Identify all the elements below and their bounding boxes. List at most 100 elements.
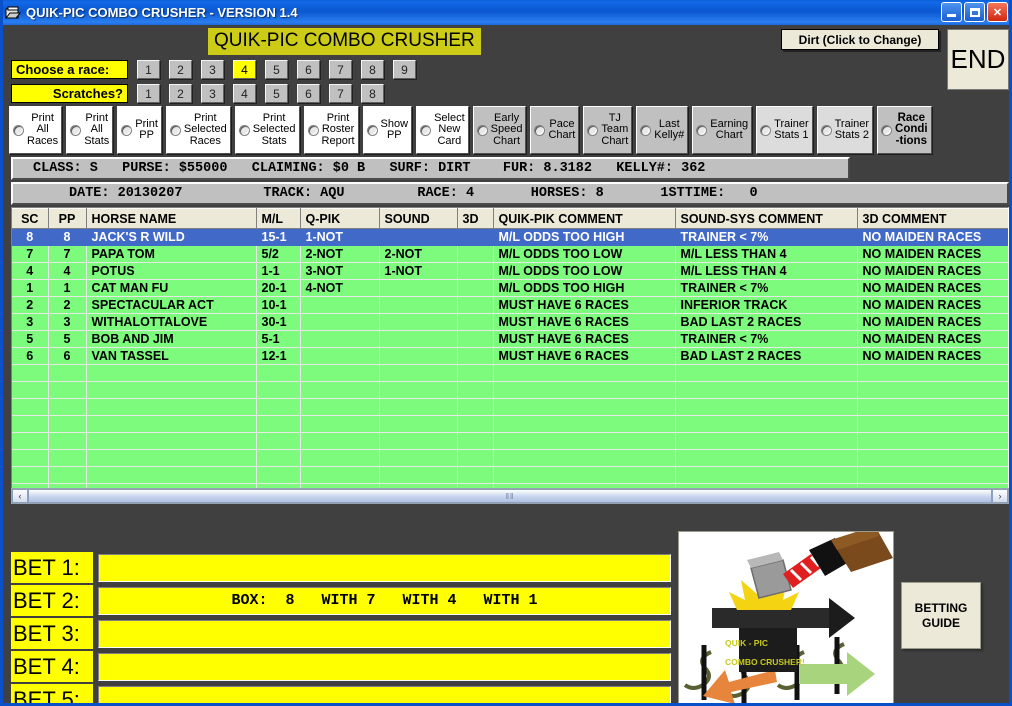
- cell-sound_comment[interactable]: [675, 382, 857, 399]
- column-header-horse-name[interactable]: HORSE NAME: [86, 209, 256, 229]
- cell-d3_comment[interactable]: [857, 365, 1009, 382]
- radio-icon[interactable]: [420, 125, 431, 136]
- cell-pp[interactable]: 5: [48, 331, 86, 348]
- radio-icon[interactable]: [587, 125, 598, 136]
- cell-ml[interactable]: 5/2: [256, 246, 300, 263]
- cell-pp[interactable]: [48, 450, 86, 467]
- cell-sound_comment[interactable]: M/L LESS THAN 4: [675, 246, 857, 263]
- column-header-q-pik[interactable]: Q-PIK: [300, 209, 379, 229]
- cell-d3[interactable]: [457, 280, 493, 297]
- column-header-3d[interactable]: 3D: [457, 209, 493, 229]
- cell-sound_comment[interactable]: BAD LAST 2 RACES: [675, 314, 857, 331]
- cell-sound[interactable]: 2-NOT: [379, 246, 457, 263]
- cell-pp[interactable]: 3: [48, 314, 86, 331]
- scratch-button-4[interactable]: 4: [233, 84, 256, 103]
- end-button[interactable]: END: [947, 29, 1009, 90]
- cell-horse[interactable]: [86, 382, 256, 399]
- bet-field-3[interactable]: [98, 620, 671, 648]
- cell-ml[interactable]: [256, 416, 300, 433]
- cell-qpik[interactable]: [300, 365, 379, 382]
- cell-horse[interactable]: [86, 399, 256, 416]
- cell-ml[interactable]: [256, 399, 300, 416]
- cell-sc[interactable]: [12, 433, 48, 450]
- option-tj-team-chart[interactable]: TJ Team Chart: [583, 106, 632, 154]
- table-row[interactable]: 66VAN TASSEL12-1MUST HAVE 6 RACESBAD LAS…: [12, 348, 1009, 365]
- cell-qpik_comment[interactable]: MUST HAVE 6 RACES: [493, 297, 675, 314]
- bet-field-1[interactable]: [98, 554, 671, 582]
- cell-pp[interactable]: [48, 382, 86, 399]
- cell-d3_comment[interactable]: [857, 399, 1009, 416]
- column-header-sound[interactable]: SOUND: [379, 209, 457, 229]
- bet-field-5[interactable]: [98, 686, 671, 706]
- cell-horse[interactable]: [86, 416, 256, 433]
- cell-qpik[interactable]: [300, 416, 379, 433]
- cell-sound[interactable]: [379, 331, 457, 348]
- cell-qpik_comment[interactable]: M/L ODDS TOO LOW: [493, 263, 675, 280]
- race-button-2[interactable]: 2: [169, 60, 192, 79]
- cell-sc[interactable]: 8: [12, 229, 48, 246]
- cell-pp[interactable]: 6: [48, 348, 86, 365]
- cell-sc[interactable]: [12, 450, 48, 467]
- cell-qpik_comment[interactable]: MUST HAVE 6 RACES: [493, 314, 675, 331]
- cell-d3[interactable]: [457, 467, 493, 484]
- cell-pp[interactable]: [48, 399, 86, 416]
- cell-qpik_comment[interactable]: [493, 467, 675, 484]
- table-row[interactable]: 11CAT MAN FU20-14-NOTM/L ODDS TOO HIGHTR…: [12, 280, 1009, 297]
- table-row[interactable]: [12, 382, 1009, 399]
- cell-qpik_comment[interactable]: [493, 450, 675, 467]
- surface-toggle-button[interactable]: Dirt (Click to Change): [781, 29, 939, 50]
- race-button-7[interactable]: 7: [329, 60, 352, 79]
- table-row[interactable]: 44POTUS1-13-NOT1-NOTM/L ODDS TOO LOWM/L …: [12, 263, 1009, 280]
- scratch-button-1[interactable]: 1: [137, 84, 160, 103]
- option-trainer-stats1[interactable]: Trainer Stats 1: [756, 106, 812, 154]
- cell-sound_comment[interactable]: [675, 416, 857, 433]
- cell-sc[interactable]: 7: [12, 246, 48, 263]
- cell-qpik_comment[interactable]: [493, 416, 675, 433]
- table-row[interactable]: 55BOB AND JIM5-1MUST HAVE 6 RACESTRAINER…: [12, 331, 1009, 348]
- cell-pp[interactable]: 4: [48, 263, 86, 280]
- cell-qpik[interactable]: 1-NOT: [300, 229, 379, 246]
- bet-field-4[interactable]: [98, 653, 671, 681]
- cell-horse[interactable]: [86, 365, 256, 382]
- maximize-button[interactable]: [964, 2, 985, 22]
- radio-icon[interactable]: [367, 125, 378, 136]
- cell-sc[interactable]: 6: [12, 348, 48, 365]
- cell-sc[interactable]: 4: [12, 263, 48, 280]
- cell-sound[interactable]: [379, 382, 457, 399]
- cell-sound_comment[interactable]: [675, 365, 857, 382]
- close-icon[interactable]: ✕: [987, 2, 1008, 22]
- cell-qpik_comment[interactable]: [493, 382, 675, 399]
- radio-icon[interactable]: [760, 125, 771, 136]
- cell-sc[interactable]: 5: [12, 331, 48, 348]
- cell-d3_comment[interactable]: [857, 450, 1009, 467]
- scroll-left-icon[interactable]: ‹: [12, 489, 28, 503]
- cell-sound_comment[interactable]: TRAINER < 7%: [675, 280, 857, 297]
- race-button-4[interactable]: 4: [233, 60, 256, 79]
- cell-d3_comment[interactable]: NO MAIDEN RACES: [857, 348, 1009, 365]
- option-early-speed-chart[interactable]: Early Speed Chart: [473, 106, 527, 154]
- scratch-button-7[interactable]: 7: [329, 84, 352, 103]
- race-button-9[interactable]: 9: [393, 60, 416, 79]
- cell-sound_comment[interactable]: M/L LESS THAN 4: [675, 263, 857, 280]
- cell-qpik[interactable]: [300, 314, 379, 331]
- cell-pp[interactable]: 2: [48, 297, 86, 314]
- cell-d3_comment[interactable]: NO MAIDEN RACES: [857, 280, 1009, 297]
- table-row[interactable]: [12, 399, 1009, 416]
- cell-pp[interactable]: [48, 467, 86, 484]
- cell-ml[interactable]: [256, 433, 300, 450]
- race-button-3[interactable]: 3: [201, 60, 224, 79]
- scrollbar-track[interactable]: ‖‖: [28, 489, 992, 503]
- radio-icon[interactable]: [881, 125, 892, 136]
- cell-sc[interactable]: 2: [12, 297, 48, 314]
- cell-sound_comment[interactable]: [675, 450, 857, 467]
- horse-table-container[interactable]: SCPPHORSE NAMEM/LQ-PIKSOUND3DQUIK-PIK CO…: [11, 207, 1009, 503]
- radio-icon[interactable]: [70, 125, 81, 136]
- option-select-new-card[interactable]: Select New Card: [416, 106, 469, 154]
- cell-sound_comment[interactable]: [675, 467, 857, 484]
- cell-d3[interactable]: [457, 263, 493, 280]
- option-pace-chart[interactable]: Pace Chart: [530, 106, 579, 154]
- radio-icon[interactable]: [477, 125, 488, 136]
- option-last-kelly[interactable]: Last Kelly#: [636, 106, 688, 154]
- cell-qpik[interactable]: 2-NOT: [300, 246, 379, 263]
- cell-ml[interactable]: [256, 467, 300, 484]
